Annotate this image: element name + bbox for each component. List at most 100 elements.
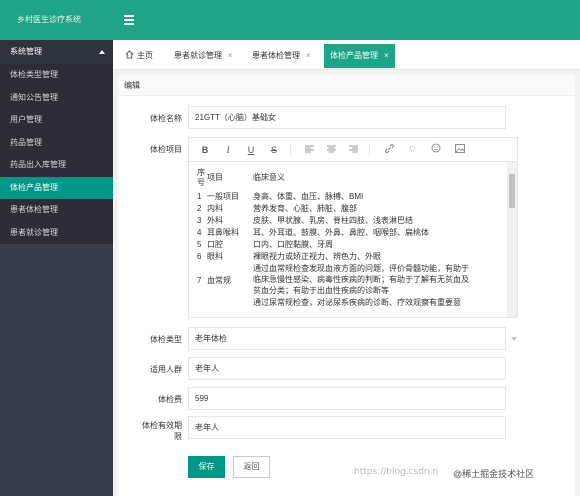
exam-type-select[interactable]: 老年体检 <box>188 327 517 350</box>
tab-exam-product[interactable]: 体检产品管理 × <box>324 44 395 68</box>
row-meaning: 身高、体重、血压、脉搏、BMI <box>253 192 364 201</box>
validity-input[interactable]: 老年人 <box>188 416 506 439</box>
scrollbar-thumb[interactable] <box>509 174 515 208</box>
chevron-down-icon[interactable] <box>511 337 517 341</box>
sidebar-group-system[interactable]: 系统管理 <box>0 40 113 64</box>
row-no: 5 <box>197 240 202 249</box>
tab-strip: 主页 患者就诊管理 × 患者体检管理 × 体检产品管理 × <box>113 40 580 70</box>
app-title: 乡村医生诊疗系统 <box>0 0 113 40</box>
sidebar-item-patient-exam[interactable]: 患者体检管理 <box>0 199 113 222</box>
validity-label-2: 限 <box>174 432 182 441</box>
row-item: 内科 <box>207 204 223 213</box>
emoji-icon[interactable] <box>429 143 443 157</box>
row-meaning: 耳、外耳道、鼓膜、外鼻、鼻腔、咽喉部、扁桃体 <box>253 228 429 237</box>
row-meaning: 皮肤、甲状腺、乳房、脊柱四肢、浅表淋巴结 <box>253 216 413 225</box>
tab-patient-visit[interactable]: 患者就诊管理 × <box>168 44 239 68</box>
tab-home-label: 主页 <box>137 51 153 60</box>
watermark-url: https://blog.csdn.n <box>354 467 439 477</box>
align-center-icon[interactable] <box>324 143 338 157</box>
row-meaning: 通过尿常规检查，对泌尿系疾病的诊断、疗效观察有重要意 <box>253 298 461 307</box>
align-left-icon[interactable] <box>302 143 316 157</box>
tab-label: 患者就诊管理 <box>174 51 222 60</box>
watermark-site: @稀土掘金技术社区 <box>453 469 535 479</box>
toolbar-divider <box>290 145 291 155</box>
sidebar-item-drug-stock[interactable]: 药品出入库管理 <box>0 154 113 177</box>
table-row: 通过尿常规检查，对泌尿系疾病的诊断、疗效观察有重要意 <box>197 298 507 309</box>
unlink-icon[interactable] <box>405 143 419 157</box>
sidebar-menu: 体检类型管理 通知公告管理 用户管理 药品管理 药品出入库管理 体检产品管理 患… <box>0 64 113 244</box>
validity-label-1: 体检有效期 <box>142 421 182 430</box>
close-icon[interactable]: × <box>306 51 311 60</box>
sidebar-item-patient-visit[interactable]: 患者就诊管理 <box>0 222 113 245</box>
table-row: 1 一般项目 身高、体重、血压、脉搏、BMI <box>197 192 497 203</box>
align-right-icon[interactable] <box>346 143 360 157</box>
underline-button[interactable]: U <box>244 143 258 157</box>
row-no: 7 <box>197 276 202 285</box>
tab-patient-exam[interactable]: 患者体检管理 × <box>246 44 317 68</box>
row-item: 一般项目 <box>207 192 239 201</box>
chevron-up-icon <box>99 50 105 54</box>
crowd-input[interactable]: 老年人 <box>188 357 506 380</box>
editor-content[interactable]: 序 号 项目 临床意义 1 一般项目 身高、体重、血压、脉搏、BMI 2 内科 … <box>189 162 507 317</box>
table-row: 6 眼科 裸眼视力或矫正视力、辨色力、外眼 <box>197 252 497 263</box>
fee-label: 体检费 <box>158 395 182 404</box>
sidebar: 乡村医生诊疗系统 系统管理 体检类型管理 通知公告管理 用户管理 药品管理 药品… <box>0 0 113 496</box>
row-item: 眼科 <box>207 252 223 261</box>
row-meaning: 口内、口腔黏膜、牙周 <box>253 240 333 249</box>
row-meaning: 通过血常规检查发现血液方面的问题，评价骨髓功能，有助于 <box>253 264 469 273</box>
table-row: 2 内科 营养发育、心脏、肺脏、腹部 <box>197 204 497 215</box>
sidebar-item-users[interactable]: 用户管理 <box>0 109 113 132</box>
row-item: 外科 <box>207 216 223 225</box>
row-no: 3 <box>197 216 202 225</box>
sidebar-item-notice[interactable]: 通知公告管理 <box>0 87 113 110</box>
crowd-label: 适用人群 <box>150 365 182 374</box>
sidebar-item-exam-type[interactable]: 体检类型管理 <box>0 64 113 87</box>
save-button[interactable]: 保存 <box>188 456 225 478</box>
row-no: 4 <box>197 228 202 237</box>
exam-name-input[interactable]: 21GTT（心脑）基础女 <box>188 106 506 129</box>
col-item-header: 项目 <box>207 173 223 182</box>
tab-label: 体检产品管理 <box>330 51 378 60</box>
exam-type-label: 体检类型 <box>150 335 182 344</box>
table-header-row: 序 号 项目 临床意义 <box>197 168 497 188</box>
table-row: 4 耳鼻喉科 耳、外耳道、鼓膜、外鼻、鼻腔、咽喉部、扁桃体 <box>197 228 497 239</box>
row-item: 口腔 <box>207 240 223 249</box>
table-row: 3 外科 皮肤、甲状腺、乳房、脊柱四肢、浅表淋巴结 <box>197 216 497 227</box>
exam-items-label: 体检项目 <box>150 145 182 154</box>
back-button[interactable]: 返回 <box>233 456 270 478</box>
menu-toggle-icon[interactable] <box>124 15 134 25</box>
row-no: 6 <box>197 252 202 261</box>
row-item: 耳鼻喉科 <box>207 228 239 237</box>
col-meaning-header: 临床意义 <box>253 173 285 182</box>
italic-button[interactable]: I <box>221 143 235 157</box>
exam-name-label: 体检名称 <box>150 114 182 123</box>
col-no-header-2: 号 <box>197 178 205 187</box>
row-no: 2 <box>197 204 202 213</box>
panel-title: 编辑 <box>118 75 575 96</box>
exam-type-value: 老年体检 <box>195 334 227 343</box>
row-item: 血常规 <box>207 276 231 285</box>
tab-home[interactable]: 主页 <box>119 44 159 68</box>
image-icon[interactable] <box>453 143 467 157</box>
rich-text-editor[interactable]: B I U S 序 号 项目 临床意义 1 一般项目 身高、体重、血压、脉搏、B… <box>188 137 518 318</box>
close-icon[interactable]: × <box>228 51 233 60</box>
home-icon <box>125 50 134 59</box>
row-no: 1 <box>197 192 202 201</box>
editor-scrollbar[interactable] <box>507 162 517 317</box>
sidebar-group-label: 系统管理 <box>10 47 42 56</box>
fee-input[interactable]: 599 <box>188 387 506 410</box>
row-meaning: 贫血分类；有助于出血性疾病的诊断等 <box>253 286 389 295</box>
top-header <box>113 0 580 40</box>
sidebar-item-exam-product[interactable]: 体检产品管理 <box>0 176 113 199</box>
row-meaning: 营养发育、心脏、肺脏、腹部 <box>253 204 357 213</box>
row-meaning: 临床急慢性感染、病毒性疾病的判断；有助于了解有无贫血及 <box>253 275 469 284</box>
table-row: 5 口腔 口内、口腔黏膜、牙周 <box>197 240 497 251</box>
editor-toolbar: B I U S <box>189 138 517 162</box>
table-row: 7 血常规 通过血常规检查发现血液方面的问题，评价骨髓功能，有助于 临床急慢性感… <box>197 264 507 298</box>
strikethrough-button[interactable]: S <box>267 143 281 157</box>
close-icon[interactable]: × <box>384 51 389 60</box>
link-icon[interactable] <box>382 143 396 157</box>
col-no-header-1: 序 <box>197 168 205 177</box>
bold-button[interactable]: B <box>198 143 212 157</box>
sidebar-item-drugs[interactable]: 药品管理 <box>0 132 113 155</box>
